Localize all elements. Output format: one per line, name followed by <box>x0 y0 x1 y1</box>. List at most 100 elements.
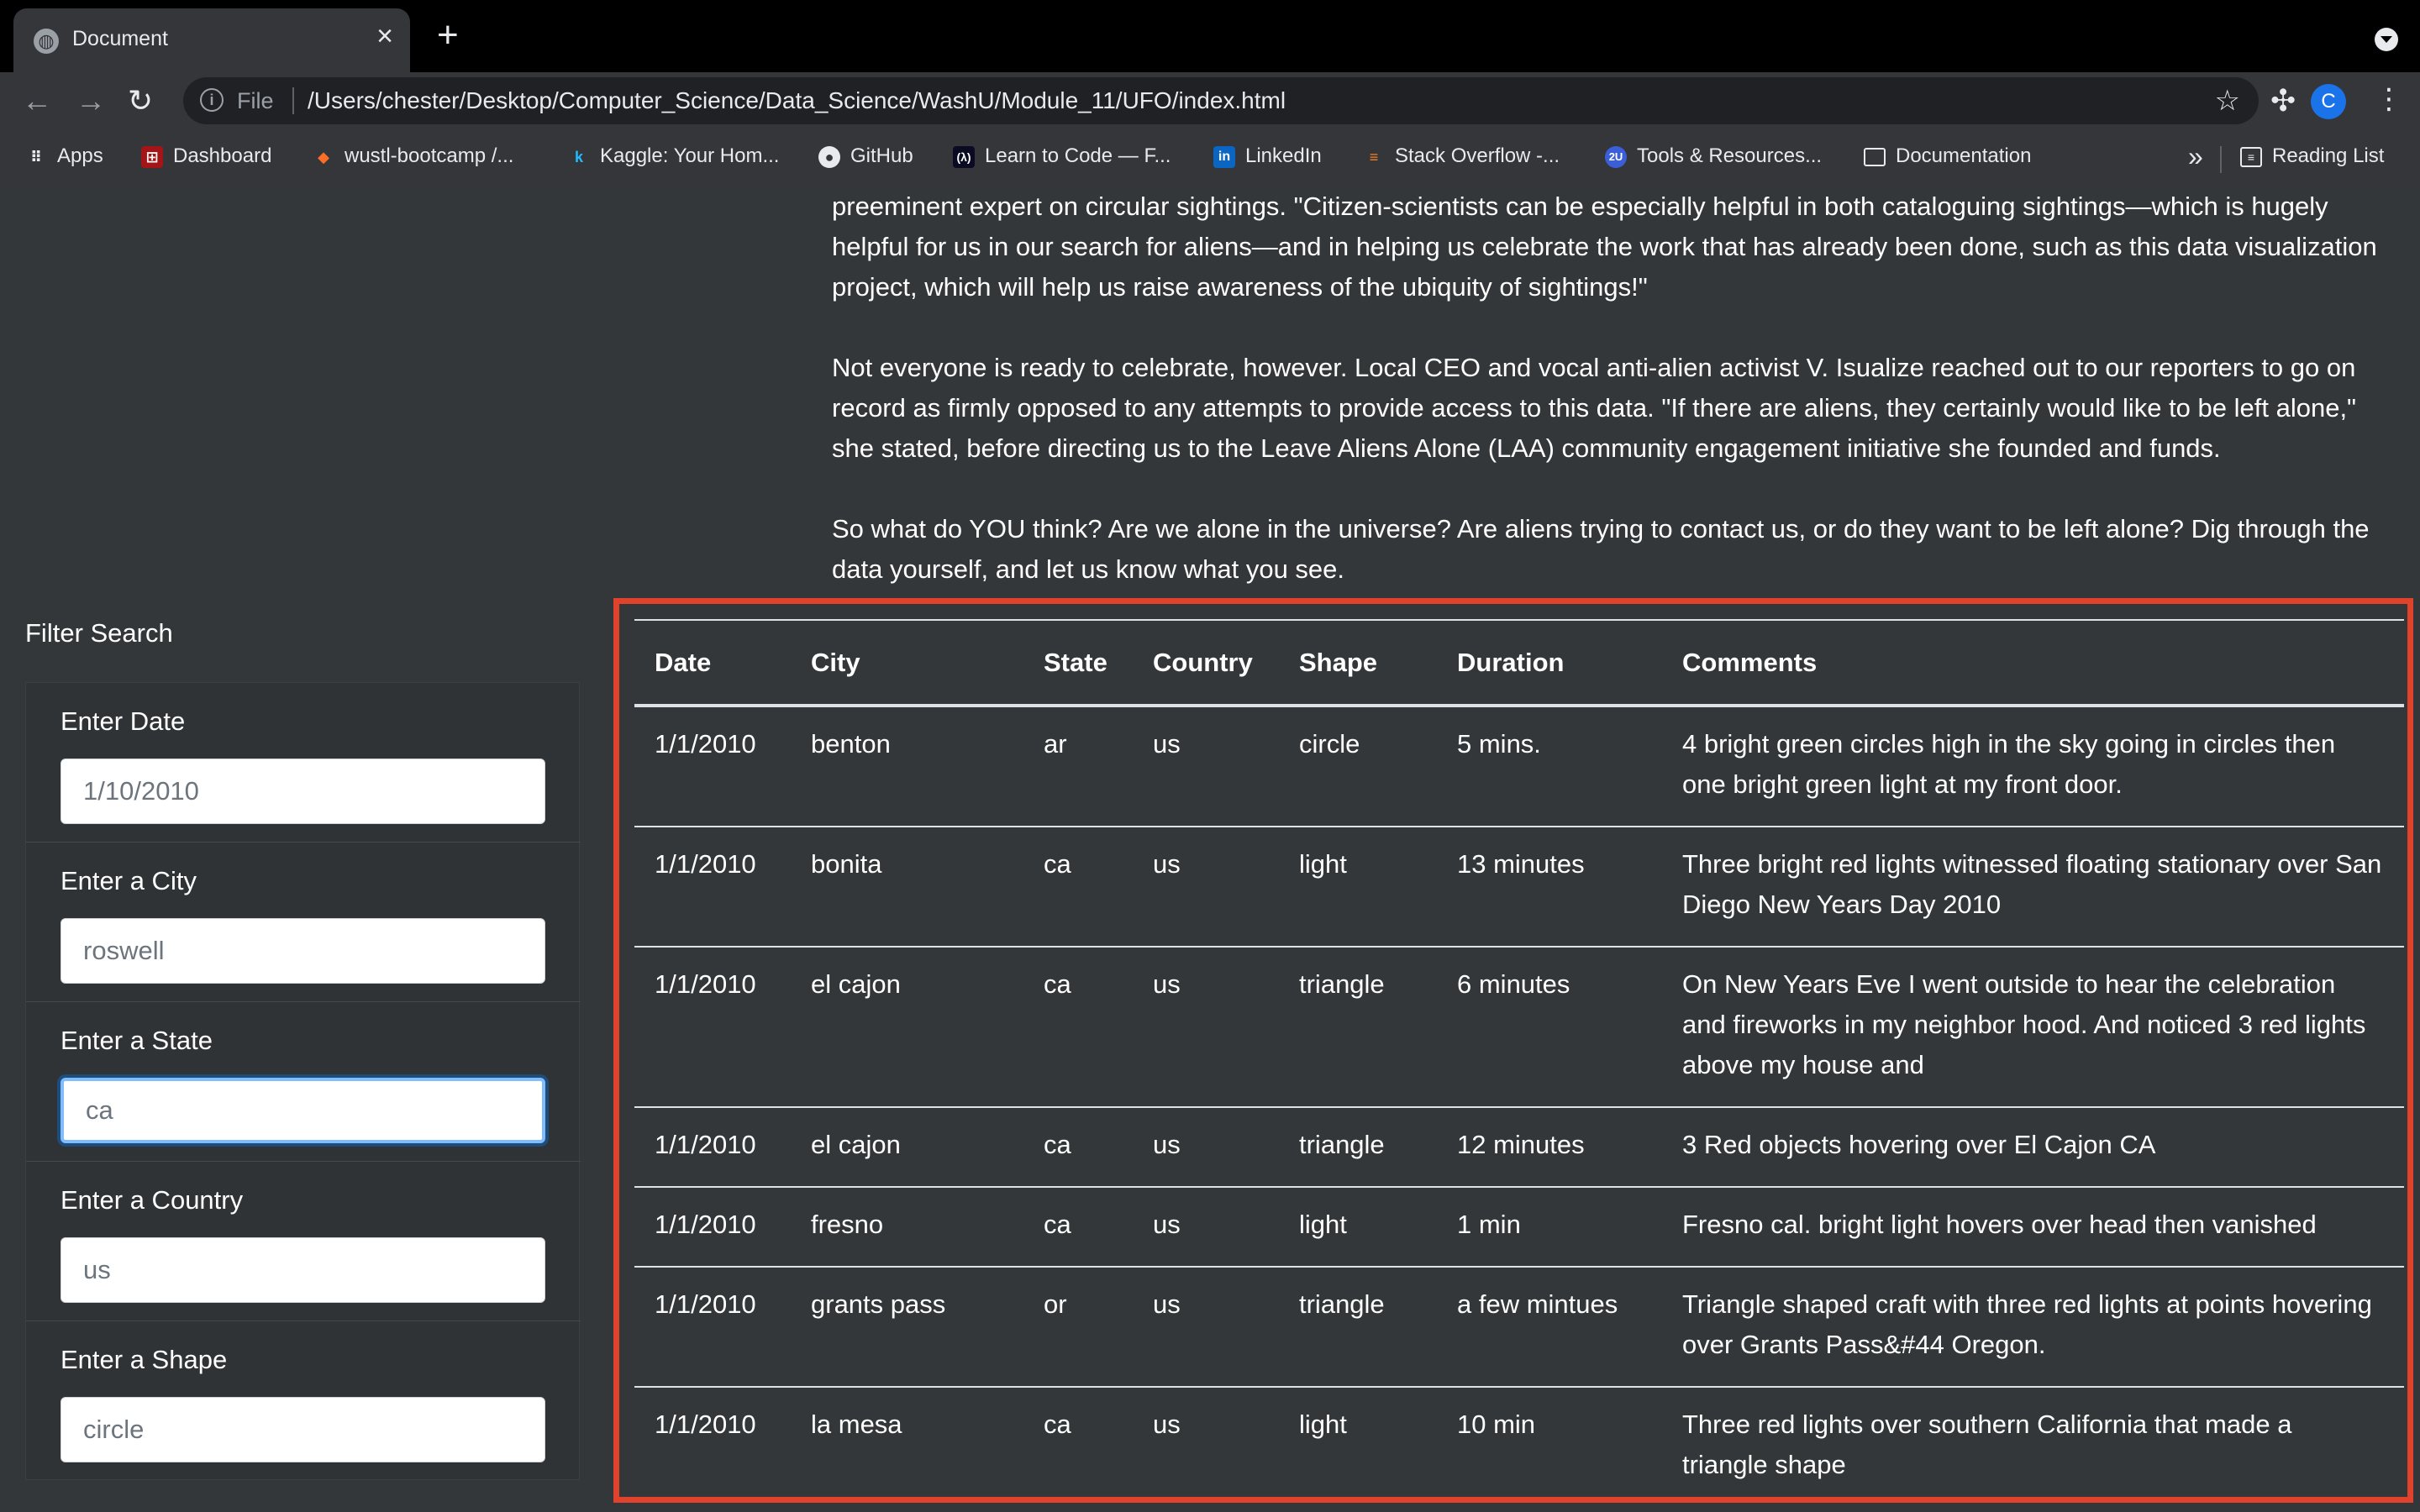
table-cell: benton <box>811 729 891 759</box>
column-header[interactable]: Country <box>1133 620 1279 707</box>
tab-strip: ◍ Document × + <box>0 0 2420 72</box>
bookmark-github[interactable]: ● GitHub <box>818 144 913 168</box>
date-input[interactable] <box>60 759 545 824</box>
gitlab-icon: ◆ <box>318 148 329 165</box>
bookmarks-overflow-icon[interactable]: » <box>2188 141 2203 172</box>
info-icon[interactable]: i <box>200 88 224 112</box>
bookmark-linkedin[interactable]: in LinkedIn <box>1213 144 1322 168</box>
table-cell: triangle <box>1279 1266 1437 1387</box>
extensions-icon[interactable]: ✣ <box>2270 84 2296 118</box>
globe-icon: ◍ <box>34 29 59 54</box>
bookmark-label: LinkedIn <box>1245 144 1322 167</box>
table-cell: 1/1/2010 <box>655 729 756 759</box>
bookmark-freecodecamp[interactable]: (λ) Learn to Code — F... <box>953 144 1171 168</box>
table-cell: bonita <box>791 826 1023 947</box>
table-cell: 1/1/2010 <box>634 826 791 947</box>
apps-icon: ⠿ <box>29 148 43 165</box>
table-cell: ca <box>1023 1386 1133 1506</box>
table-cell: 6 minutes <box>1437 946 1662 1107</box>
close-tab-icon[interactable]: × <box>376 20 393 53</box>
bookmark-star-icon[interactable]: ☆ <box>2215 84 2240 118</box>
shape-input[interactable] <box>60 1397 545 1462</box>
table-cell: 10 min <box>1437 1386 1662 1506</box>
table-cell: Three bright red lights witnessed floati… <box>1662 826 2404 947</box>
date-label: Enter Date <box>60 706 186 736</box>
dashboard-icon: ⊞ <box>141 145 163 168</box>
bookmark-documentation[interactable]: ​ Documentation <box>1864 144 2031 168</box>
bookmark-dashboard[interactable]: ⊞ Dashboard <box>141 144 271 168</box>
table-cell: la mesa <box>791 1386 1023 1506</box>
shape-label: Enter a Shape <box>60 1345 228 1374</box>
ufo-table-highlight: Date City State Country Shape Duration C… <box>613 598 2413 1506</box>
column-header[interactable]: Duration <box>1437 620 1662 707</box>
table-cell: Three red lights over southern Californi… <box>1662 1386 2404 1506</box>
new-tab-button[interactable]: + <box>437 17 459 54</box>
column-header[interactable]: State <box>1023 620 1133 707</box>
bookmark-label: Documentation <box>1896 144 2032 167</box>
table-row: 1/1/2010 la mesa ca us light 10 min Three red … <box>634 1386 2404 1506</box>
table-cell: us <box>1133 1266 1279 1387</box>
menu-icon[interactable]: ⋮ <box>2375 82 2403 116</box>
reading-list-label: Reading List <box>2272 144 2385 167</box>
table-cell: light <box>1279 1386 1437 1506</box>
table-cell: triangle <box>1279 1106 1437 1187</box>
table-cell: triangle <box>1279 946 1437 1107</box>
folder-icon: ​ <box>1864 147 1886 166</box>
table-cell: Fresno cal. bright light hovers over hea… <box>1662 1186 2404 1267</box>
bookmark-apps[interactable]: ⠿ Apps <box>25 144 103 168</box>
table-cell: 13 minutes <box>1437 826 1662 947</box>
reading-list-icon: ≡ <box>2240 146 2262 167</box>
bookmark-tools-resources[interactable]: 2U Tools & Resources... <box>1605 144 1822 168</box>
browser-chrome: ◍ Document × + ← → ↻ i File /Users/chest… <box>0 0 2420 186</box>
address-bar[interactable]: i File /Users/chester/Desktop/Computer_S… <box>183 77 2259 124</box>
column-header[interactable]: City <box>791 620 1023 707</box>
bookmark-label: Stack Overflow -... <box>1395 144 1560 167</box>
table-cell: 1/1/2010 <box>634 1106 791 1187</box>
table-cell: or <box>1023 1266 1133 1387</box>
article-paragraph: So what do YOU think? Are we alone in th… <box>832 514 2370 584</box>
reload-button[interactable]: ↻ <box>128 84 153 118</box>
column-header[interactable]: Comments <box>1662 620 2404 707</box>
forward-button[interactable]: → <box>76 84 106 118</box>
browser-toolbar: ← → ↻ i File /Users/chester/Desktop/Comp… <box>0 72 2420 129</box>
table-cell: 5 mins. <box>1457 729 1541 759</box>
stack-overflow-icon: ≡ <box>1369 148 1379 165</box>
table-cell: 4 bright green circles high in the sky g… <box>1682 729 2336 799</box>
divider <box>2220 146 2222 173</box>
table-cell: 3 Red objects hovering over El Cajon CA <box>1662 1106 2404 1187</box>
table-cell: grants pass <box>791 1266 1023 1387</box>
country-label: Enter a Country <box>60 1185 244 1215</box>
table-cell: a few mintues <box>1437 1266 1662 1387</box>
2u-icon: 2U <box>1605 145 1627 168</box>
table-cell: us <box>1133 1106 1279 1187</box>
article-paragraph: Not everyone is ready to celebrate, howe… <box>832 353 2357 463</box>
country-input[interactable] <box>60 1237 545 1303</box>
filter-item-city: Enter a City <box>26 843 581 1002</box>
city-input[interactable] <box>60 918 545 984</box>
tab-title: Document <box>72 27 168 50</box>
table-cell: el cajon <box>791 1106 1023 1187</box>
table-cell: el cajon <box>791 946 1023 1107</box>
column-header[interactable]: Shape <box>1279 620 1437 707</box>
bookmark-kaggle[interactable]: k Kaggle: Your Hom... <box>568 144 779 168</box>
url-text[interactable]: /Users/chester/Desktop/Computer_Science/… <box>308 87 1286 114</box>
browser-tab[interactable]: ◍ Document × <box>13 8 410 72</box>
bookmark-stack-overflow[interactable]: ≡ Stack Overflow -... <box>1363 144 1560 168</box>
filter-search-title: Filter Search <box>25 618 173 648</box>
back-button[interactable]: ← <box>22 84 52 118</box>
ufo-table: Date City State Country Shape Duration C… <box>634 619 2404 1506</box>
filter-item-date: Enter Date <box>26 683 581 843</box>
bookmark-wustl-bootcamp[interactable]: ◆ wustl-bootcamp /... <box>313 144 513 168</box>
table-cell: On New Years Eve I went outside to hear … <box>1662 946 2404 1107</box>
table-row: 1/1/2010 bonita ca us light 13 minutes Three b… <box>634 826 2404 947</box>
tab-search-icon[interactable] <box>2375 28 2398 51</box>
table-cell: ca <box>1023 1106 1133 1187</box>
table-row: 1/1/2010 grants pass or us triangle a few min… <box>634 1266 2404 1387</box>
filter-item-shape: Enter a Shape <box>26 1321 581 1481</box>
profile-avatar[interactable]: C <box>2311 84 2346 119</box>
state-input[interactable] <box>60 1078 545 1143</box>
table-row: 1/1/2010 fresno ca us light 1 min Fresno cal. … <box>634 1186 2404 1267</box>
column-header[interactable]: Date <box>634 620 791 707</box>
reading-list-button[interactable]: ≡ Reading List <box>2240 144 2384 168</box>
github-icon: ● <box>818 145 840 168</box>
